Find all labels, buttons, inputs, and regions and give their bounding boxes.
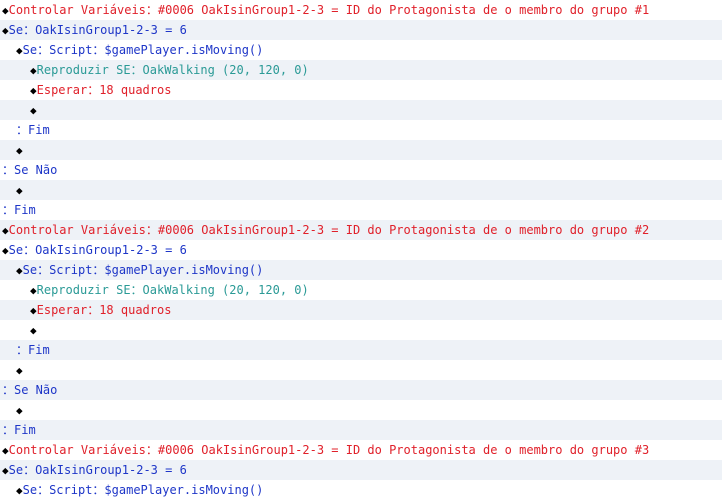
event-command-row[interactable]: ：Se Não [0,380,722,400]
event-command-row[interactable]: ◆Se：OakIsinGroup1-2-3 = 6 [0,20,722,40]
command-text: Se：Script：$gamePlayer.isMoving() [22,43,264,57]
diamond-icon: ◆ [2,244,9,257]
command-text: Se：OakIsinGroup1-2-3 = 6 [8,463,187,477]
diamond-icon: ◆ [2,224,9,237]
command-text: Controlar Variáveis：#0006 OakIsinGroup1-… [8,3,650,17]
diamond-icon: ◆ [2,24,9,37]
event-command-row[interactable]: ◆Controlar Variáveis：#0006 OakIsinGroup1… [0,0,722,20]
event-command-row[interactable]: ◆ [0,180,722,200]
event-command-row[interactable]: ◆ [0,140,722,160]
command-text: Se：OakIsinGroup1-2-3 = 6 [8,243,187,257]
diamond-icon: ◆ [16,184,23,197]
command-text: Controlar Variáveis：#0006 OakIsinGroup1-… [8,223,650,237]
command-text: Se：Script：$gamePlayer.isMoving() [22,483,264,497]
event-command-row[interactable]: ◆Controlar Variáveis：#0006 OakIsinGroup1… [0,440,722,460]
diamond-icon: ◆ [16,44,23,57]
event-command-row[interactable]: ：Fim [0,420,722,440]
command-text: ：Fim [2,203,36,217]
command-text: ：Se Não [2,383,58,397]
diamond-icon: ◆ [16,484,23,497]
event-command-row[interactable]: ：Fim [0,120,722,140]
event-command-row[interactable]: ◆ [0,400,722,420]
command-text: Esperar：18 quadros [36,83,172,97]
event-command-row[interactable]: ：Se Não [0,160,722,180]
diamond-icon: ◆ [2,464,9,477]
event-command-row[interactable]: ◆Se：Script：$gamePlayer.isMoving() [0,260,722,280]
event-command-row[interactable]: ：Fim [0,340,722,360]
event-command-row[interactable]: ◆ [0,320,722,340]
command-text: ：Fim [16,123,50,137]
command-text: Se：OakIsinGroup1-2-3 = 6 [8,23,187,37]
event-command-row[interactable]: ：Fim [0,200,722,220]
event-command-row[interactable]: ◆Se：Script：$gamePlayer.isMoving() [0,480,722,497]
diamond-icon: ◆ [16,404,23,417]
diamond-icon: ◆ [2,444,9,457]
event-command-row[interactable]: ◆ [0,360,722,380]
diamond-icon: ◆ [30,104,37,117]
command-text: Reproduzir SE：OakWalking (20, 120, 0) [36,283,309,297]
event-command-list[interactable]: ◆Controlar Variáveis：#0006 OakIsinGroup1… [0,0,722,497]
diamond-icon: ◆ [30,64,37,77]
event-command-row[interactable]: ◆Reproduzir SE：OakWalking (20, 120, 0) [0,60,722,80]
event-command-row[interactable]: ◆Se：Script：$gamePlayer.isMoving() [0,40,722,60]
command-text: ：Fim [16,343,50,357]
command-text: ：Fim [2,423,36,437]
event-command-row[interactable]: ◆Esperar：18 quadros [0,80,722,100]
event-command-row[interactable]: ◆Se：OakIsinGroup1-2-3 = 6 [0,240,722,260]
event-command-row[interactable]: ◆ [0,100,722,120]
event-command-row[interactable]: ◆Se：OakIsinGroup1-2-3 = 6 [0,460,722,480]
diamond-icon: ◆ [2,4,9,17]
diamond-icon: ◆ [30,304,37,317]
command-text: ：Se Não [2,163,58,177]
command-text: Se：Script：$gamePlayer.isMoving() [22,263,264,277]
diamond-icon: ◆ [16,144,23,157]
event-command-row[interactable]: ◆Reproduzir SE：OakWalking (20, 120, 0) [0,280,722,300]
diamond-icon: ◆ [30,284,37,297]
diamond-icon: ◆ [16,264,23,277]
command-text: Esperar：18 quadros [36,303,172,317]
command-text: Controlar Variáveis：#0006 OakIsinGroup1-… [8,443,650,457]
command-text: Reproduzir SE：OakWalking (20, 120, 0) [36,63,309,77]
diamond-icon: ◆ [30,324,37,337]
diamond-icon: ◆ [16,364,23,377]
event-command-row[interactable]: ◆Controlar Variáveis：#0006 OakIsinGroup1… [0,220,722,240]
event-command-row[interactable]: ◆Esperar：18 quadros [0,300,722,320]
diamond-icon: ◆ [30,84,37,97]
